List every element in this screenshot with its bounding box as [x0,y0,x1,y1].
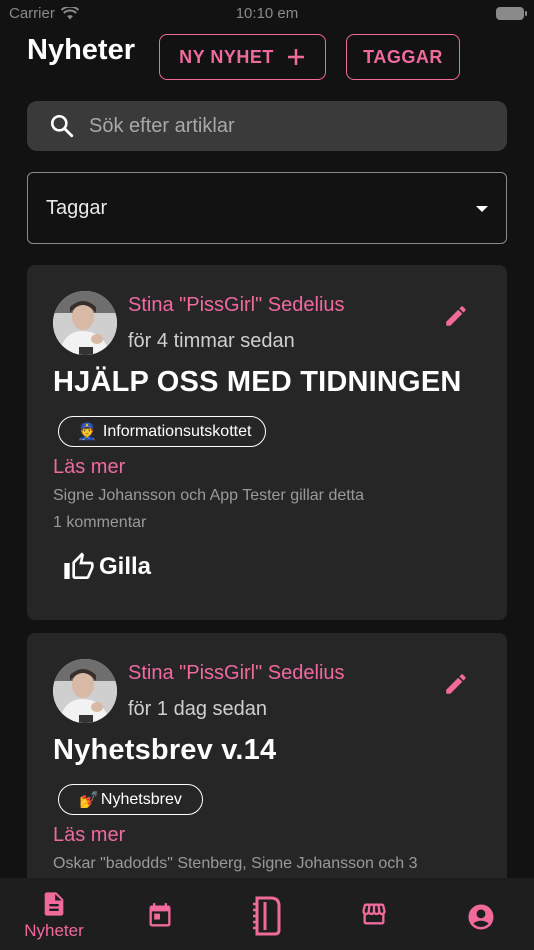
status-bar: Carrier 10:10 em [0,0,534,28]
tag-emoji: 👮 [77,423,97,441]
tag-chip[interactable]: 👮 Informationsutskottet [58,416,267,447]
tag-label: Nyhetsbrev [100,790,182,808]
news-card[interactable]: Stina "PissGirl" Sedelius för 1 dag seda… [27,633,507,893]
post-author[interactable]: Stina "PissGirl" Sedelius [128,662,345,685]
like-button[interactable]: Gilla [63,550,151,584]
comb-icon [253,896,281,936]
tags-button[interactable]: TAGGAR [346,34,460,80]
post-author[interactable]: Stina "PissGirl" Sedelius [128,294,345,317]
read-more-link[interactable]: Läs mer [53,456,125,479]
tags-button-label: TAGGAR [363,46,443,67]
account-icon [468,904,494,930]
avatar [53,659,117,723]
thumbs-up-icon [64,552,94,579]
bottom-nav: Nyheter [0,878,534,950]
plus-icon [287,49,304,65]
nav-item-comb[interactable] [247,878,287,950]
new-article-button[interactable]: NY NYHET [159,34,326,80]
read-more-link[interactable]: Läs mer [53,824,125,847]
search-input[interactable] [89,114,469,138]
edit-icon[interactable] [443,303,469,329]
page-title: Nyheter [27,34,135,66]
post-time: för 4 timmar sedan [128,330,295,352]
battery-icon [496,7,527,20]
tags-filter-select[interactable]: Taggar [27,172,507,244]
store-icon [362,903,386,925]
edit-icon[interactable] [443,671,469,697]
news-card[interactable]: Stina "PissGirl" Sedelius för 4 timmar s… [27,265,507,620]
likes-summary[interactable]: Oskar "badodds" Stenberg, Signe Johansso… [53,855,417,873]
news-icon [44,892,64,916]
tag-chip[interactable]: 💅 Nyhetsbrev [58,784,203,815]
status-time: 10:10 em [235,5,299,22]
post-title[interactable]: HJÄLP OSS MED TIDNINGEN [53,366,462,399]
nav-item-store[interactable] [354,878,394,950]
nav-item-account[interactable] [461,878,501,950]
dropdown-arrow-icon [476,206,488,212]
search-bar[interactable] [27,101,507,151]
tags-filter-label: Taggar [46,196,108,219]
avatar [53,291,117,355]
likes-summary[interactable]: Signe Johansson och App Tester gillar de… [53,487,364,505]
post-title[interactable]: Nyhetsbrev v.14 [53,734,276,767]
like-label: Gilla [99,553,152,580]
nav-label-news: Nyheter [24,921,84,940]
calendar-icon [149,903,171,927]
search-icon [50,114,74,138]
new-article-label: NY NYHET [179,46,274,67]
tag-label: Informationsutskottet [102,422,252,440]
header: Nyheter NY NYHET TAGGAR [27,32,507,82]
nav-item-calendar[interactable] [140,878,180,950]
comments-count[interactable]: 1 kommentar [53,514,146,532]
tag-emoji: 💅 [79,791,99,809]
post-time: för 1 dag sedan [128,698,267,720]
nav-item-news[interactable]: Nyheter [14,878,94,950]
